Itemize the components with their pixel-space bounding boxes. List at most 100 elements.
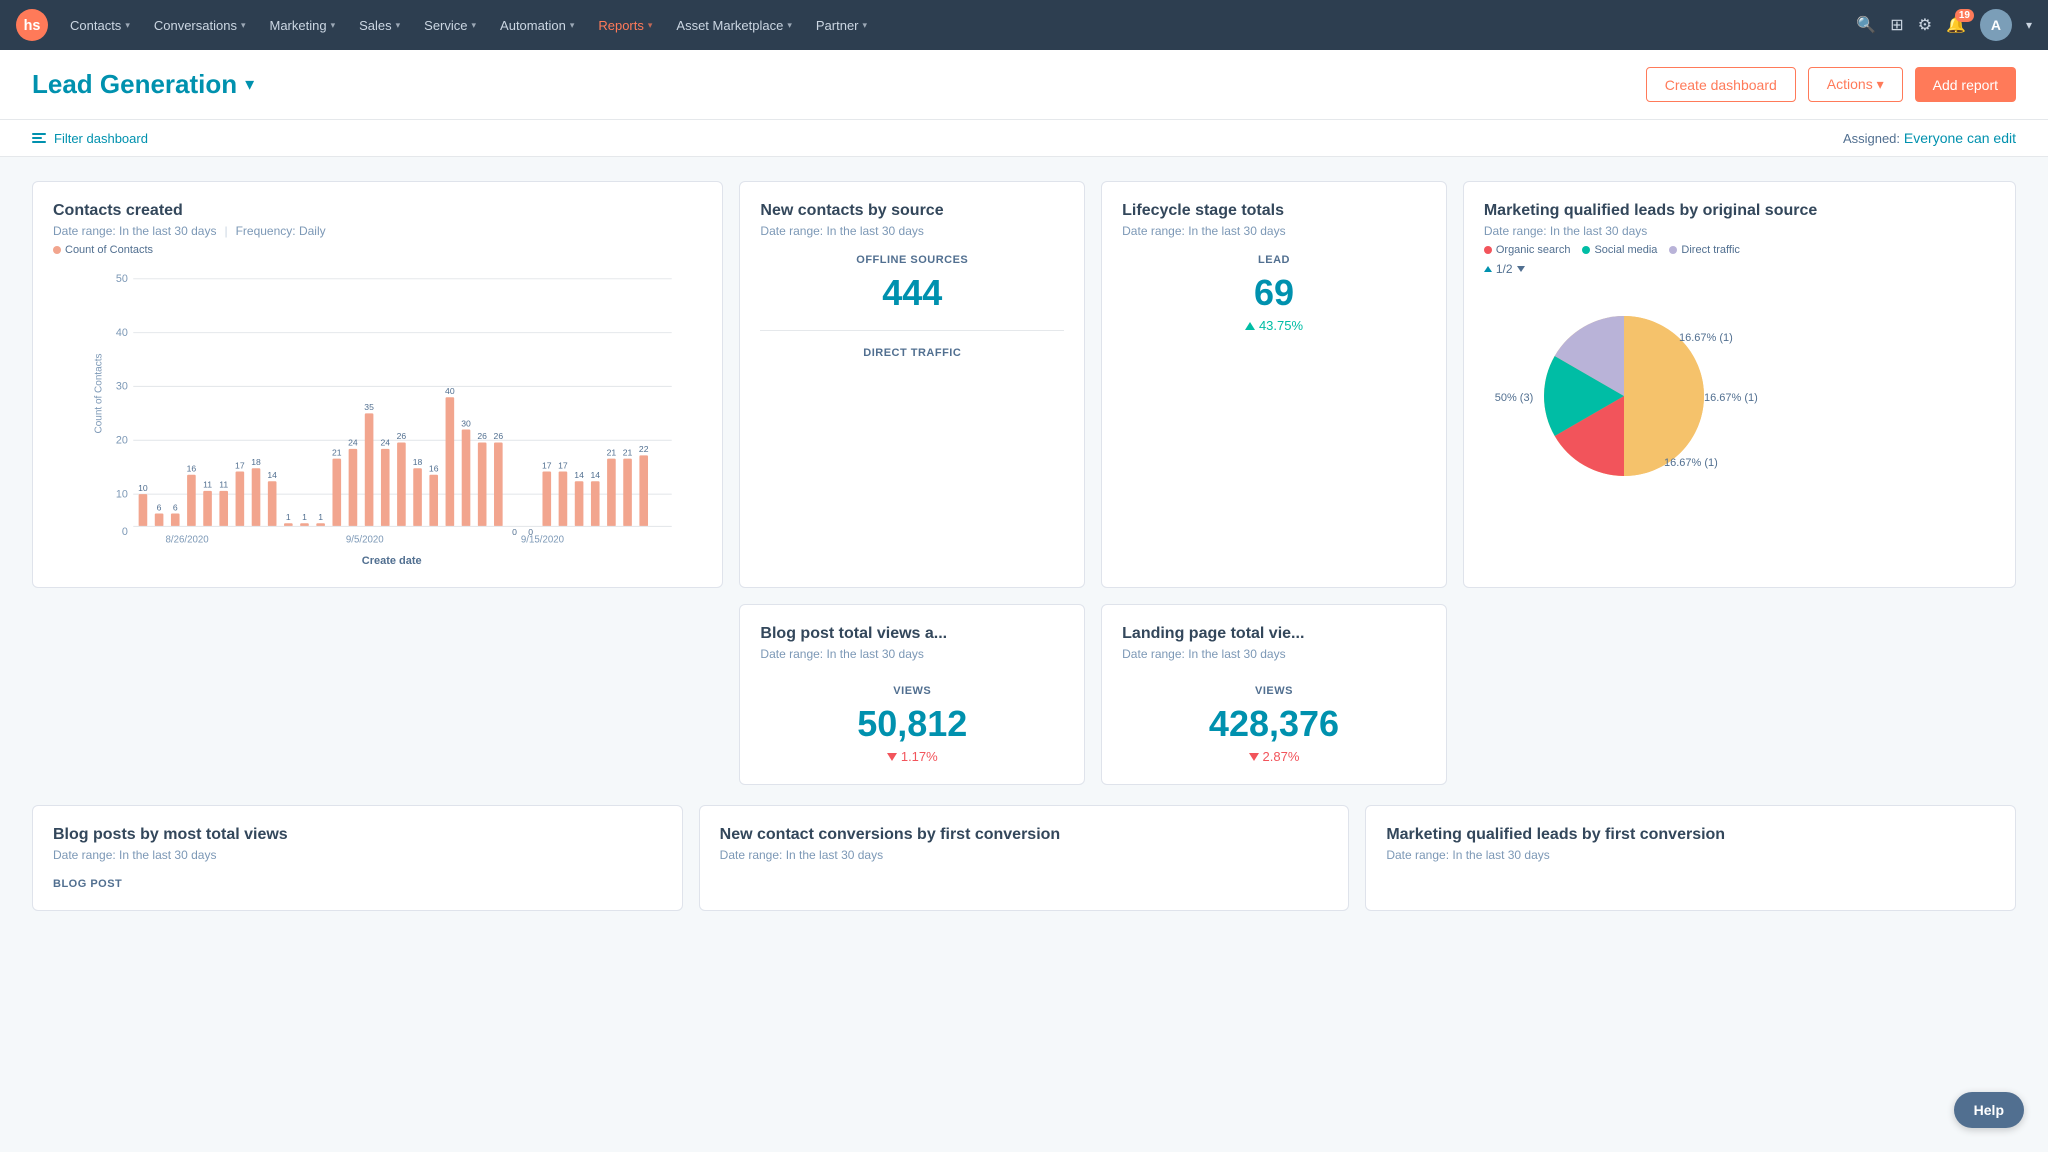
svg-text:10: 10 xyxy=(116,488,128,500)
svg-text:14: 14 xyxy=(590,470,600,480)
logo[interactable]: hs xyxy=(16,9,48,41)
new-contacts-title: New contacts by source xyxy=(760,202,1064,220)
svg-text:14: 14 xyxy=(574,470,584,480)
landing-views-change: 2.87% xyxy=(1122,749,1426,764)
svg-text:6: 6 xyxy=(173,502,178,512)
pie-next-icon[interactable] xyxy=(1517,266,1525,272)
blog-post-views-card: Blog post total views a... Date range: I… xyxy=(739,604,1085,785)
svg-text:40: 40 xyxy=(445,386,455,396)
svg-text:9/15/2020: 9/15/2020 xyxy=(521,535,565,546)
bar-chart-svg: 50 40 30 20 10 0 10 6 6 xyxy=(81,268,702,548)
avatar-chevron[interactable]: ▾ xyxy=(2026,18,2032,32)
lead-metric: LEAD 69 43.75% xyxy=(1122,254,1426,333)
svg-text:40: 40 xyxy=(116,327,128,339)
mql-first-conversion-card: Marketing qualified leads by first conve… xyxy=(1365,805,2016,911)
mql-first-conversion-title: Marketing qualified leads by first conve… xyxy=(1386,826,1995,844)
add-report-button[interactable]: Add report xyxy=(1915,67,2016,102)
user-avatar[interactable]: A xyxy=(1980,9,2012,41)
mql-title: Marketing qualified leads by original so… xyxy=(1484,202,1995,220)
svg-text:30: 30 xyxy=(461,418,471,428)
svg-text:21: 21 xyxy=(623,447,633,457)
svg-text:1: 1 xyxy=(286,512,291,522)
svg-text:20: 20 xyxy=(116,435,128,447)
search-icon[interactable]: 🔍 xyxy=(1856,15,1876,35)
contacts-created-title: Contacts created xyxy=(53,202,702,220)
nav-reports[interactable]: Reports ▾ xyxy=(588,0,662,50)
offline-metric: OFFLINE SOURCES 444 DIRECT TRAFFIC xyxy=(760,254,1064,359)
help-button[interactable]: Help xyxy=(1954,1092,2024,1128)
svg-text:24: 24 xyxy=(348,438,358,448)
nav-marketing[interactable]: Marketing ▾ xyxy=(259,0,345,50)
mql-subtitle: Date range: In the last 30 days xyxy=(1484,224,1995,238)
main-grid-row: Contacts created Date range: In the last… xyxy=(32,181,2016,588)
second-row: Blog post total views a... Date range: I… xyxy=(32,604,2016,785)
svg-text:26: 26 xyxy=(494,431,504,441)
settings-icon[interactable]: ⚙ xyxy=(1918,15,1932,35)
nav-asset-marketplace[interactable]: Asset Marketplace ▾ xyxy=(666,0,801,50)
svg-text:24: 24 xyxy=(380,438,390,448)
create-dashboard-button[interactable]: Create dashboard xyxy=(1646,67,1796,102)
svg-text:1: 1 xyxy=(302,512,307,522)
direct-traffic-dot xyxy=(1669,246,1677,254)
pie-prev-icon[interactable] xyxy=(1484,266,1492,272)
assigned-link[interactable]: Everyone can edit xyxy=(1904,130,2016,146)
new-contacts-subtitle: Date range: In the last 30 days xyxy=(760,224,1064,238)
new-contact-conversions-subtitle: Date range: In the last 30 days xyxy=(720,848,1329,862)
blog-posts-most-views-subtitle: Date range: In the last 30 days xyxy=(53,848,662,862)
notifications-icon[interactable]: 🔔 19 xyxy=(1946,15,1966,35)
lifecycle-totals-card: Lifecycle stage totals Date range: In th… xyxy=(1101,181,1447,588)
mql-legend: Organic search Social media Direct traff… xyxy=(1484,244,1995,256)
svg-text:17: 17 xyxy=(235,460,245,470)
pie-chart-svg: 50% (3) 16.67% (1) 16.67% (1) 16.67% (1) xyxy=(1484,276,1764,496)
contacts-created-chart: Count of Contacts 50 40 30 20 10 0 xyxy=(81,268,702,567)
social-media-dot xyxy=(1582,246,1590,254)
nav-automation[interactable]: Automation ▾ xyxy=(490,0,584,50)
page-header: Lead Generation ▾ Create dashboard Actio… xyxy=(0,50,2048,120)
lead-change: 43.75% xyxy=(1122,318,1426,333)
lifecycle-title: Lifecycle stage totals xyxy=(1122,202,1426,220)
actions-button[interactable]: Actions ▾ xyxy=(1808,67,1903,102)
svg-text:16: 16 xyxy=(187,464,197,474)
trend-up-icon xyxy=(1245,322,1255,330)
chart-x-title: Create date xyxy=(81,555,702,567)
svg-text:16.67% (1): 16.67% (1) xyxy=(1704,392,1758,404)
svg-text:8/26/2020: 8/26/2020 xyxy=(166,535,210,546)
chevron-down-icon: ▾ xyxy=(648,20,653,31)
header-actions: Create dashboard Actions ▾ Add report xyxy=(1646,67,2016,102)
filter-dashboard-button[interactable]: Filter dashboard xyxy=(32,131,148,146)
landing-page-subtitle: Date range: In the last 30 days xyxy=(1122,647,1426,661)
contacts-created-meta: Date range: In the last 30 days | Freque… xyxy=(53,224,702,238)
mql-source-card: Marketing qualified leads by original so… xyxy=(1463,181,2016,588)
svg-text:1: 1 xyxy=(318,512,323,522)
svg-text:11: 11 xyxy=(203,480,212,490)
svg-text:17: 17 xyxy=(542,460,552,470)
dashboard: Contacts created Date range: In the last… xyxy=(0,157,2048,935)
trend-down-icon xyxy=(1249,753,1259,761)
svg-text:50: 50 xyxy=(116,273,128,285)
svg-text:22: 22 xyxy=(639,444,649,454)
nav-contacts[interactable]: Contacts ▾ xyxy=(60,0,140,50)
blog-posts-most-views-title: Blog posts by most total views xyxy=(53,826,662,844)
page-title-wrap: Lead Generation ▾ xyxy=(32,69,254,100)
nav-partner[interactable]: Partner ▾ xyxy=(806,0,877,50)
main-nav: hs Contacts ▾ Conversations ▾ Marketing … xyxy=(0,0,2048,50)
page-title: Lead Generation xyxy=(32,69,237,100)
nav-service[interactable]: Service ▾ xyxy=(414,0,486,50)
page-title-dropdown-icon[interactable]: ▾ xyxy=(245,74,254,95)
chevron-down-icon: ▾ xyxy=(472,20,477,31)
svg-text:0: 0 xyxy=(122,526,128,538)
chevron-down-icon: ▾ xyxy=(331,20,336,31)
svg-text:26: 26 xyxy=(397,431,407,441)
bottom-grid-row: Blog posts by most total views Date rang… xyxy=(32,805,2016,911)
svg-text:50% (3): 50% (3) xyxy=(1495,392,1534,404)
organic-search-dot xyxy=(1484,246,1492,254)
blog-views-metric: VIEWS 50,812 1.17% xyxy=(760,685,1064,764)
nav-conversations[interactable]: Conversations ▾ xyxy=(144,0,256,50)
svg-text:21: 21 xyxy=(607,447,617,457)
assigned-info: Assigned: Everyone can edit xyxy=(1843,130,2016,146)
new-contacts-source-card: New contacts by source Date range: In th… xyxy=(739,181,1085,588)
marketplace-icon[interactable]: ⊞ xyxy=(1890,15,1903,35)
contacts-created-legend: Count of Contacts xyxy=(53,244,702,256)
nav-sales[interactable]: Sales ▾ xyxy=(349,0,410,50)
svg-text:35: 35 xyxy=(364,402,374,412)
